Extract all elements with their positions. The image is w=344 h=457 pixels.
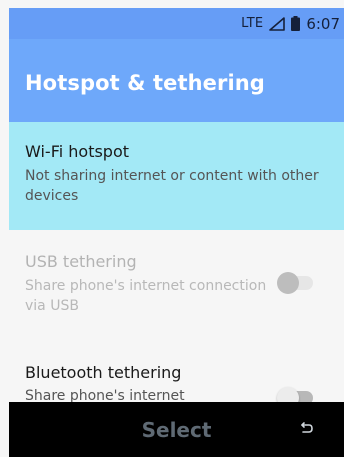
setting-title: Wi-Fi hotspot [25,142,130,161]
usb-tethering-toggle[interactable] [277,272,313,294]
back-icon[interactable] [300,421,314,435]
setting-bluetooth-tethering[interactable]: Bluetooth tethering Share phone's intern… [9,338,344,409]
network-type-label: LTE [241,16,264,31]
setting-subtitle: Share phone's internet connection via US… [25,278,267,314]
select-softkey[interactable]: Select [9,418,344,442]
softkey-bar: Select [9,402,344,457]
setting-title: Bluetooth tethering [25,363,182,382]
page-title: Hotspot & tethering [25,71,265,95]
screen: LTE 6:07 Hotspot & tethering Wi-Fi hotsp… [9,8,344,457]
status-indicators: LTE 6:07 [241,8,340,39]
signal-icon [269,16,286,31]
app-bar: Hotspot & tethering [9,39,344,122]
setting-title: USB tethering [25,252,137,271]
clock: 6:07 [306,14,340,33]
setting-subtitle: Not sharing internet or content with oth… [25,168,319,204]
status-bar: LTE 6:07 [9,8,344,39]
toggle-thumb [277,272,299,294]
setting-wifi-hotspot[interactable]: Wi-Fi hotspot Not sharing internet or co… [9,122,344,230]
setting-usb-tethering[interactable]: USB tethering Share phone's internet con… [9,230,344,338]
battery-icon [291,16,301,31]
